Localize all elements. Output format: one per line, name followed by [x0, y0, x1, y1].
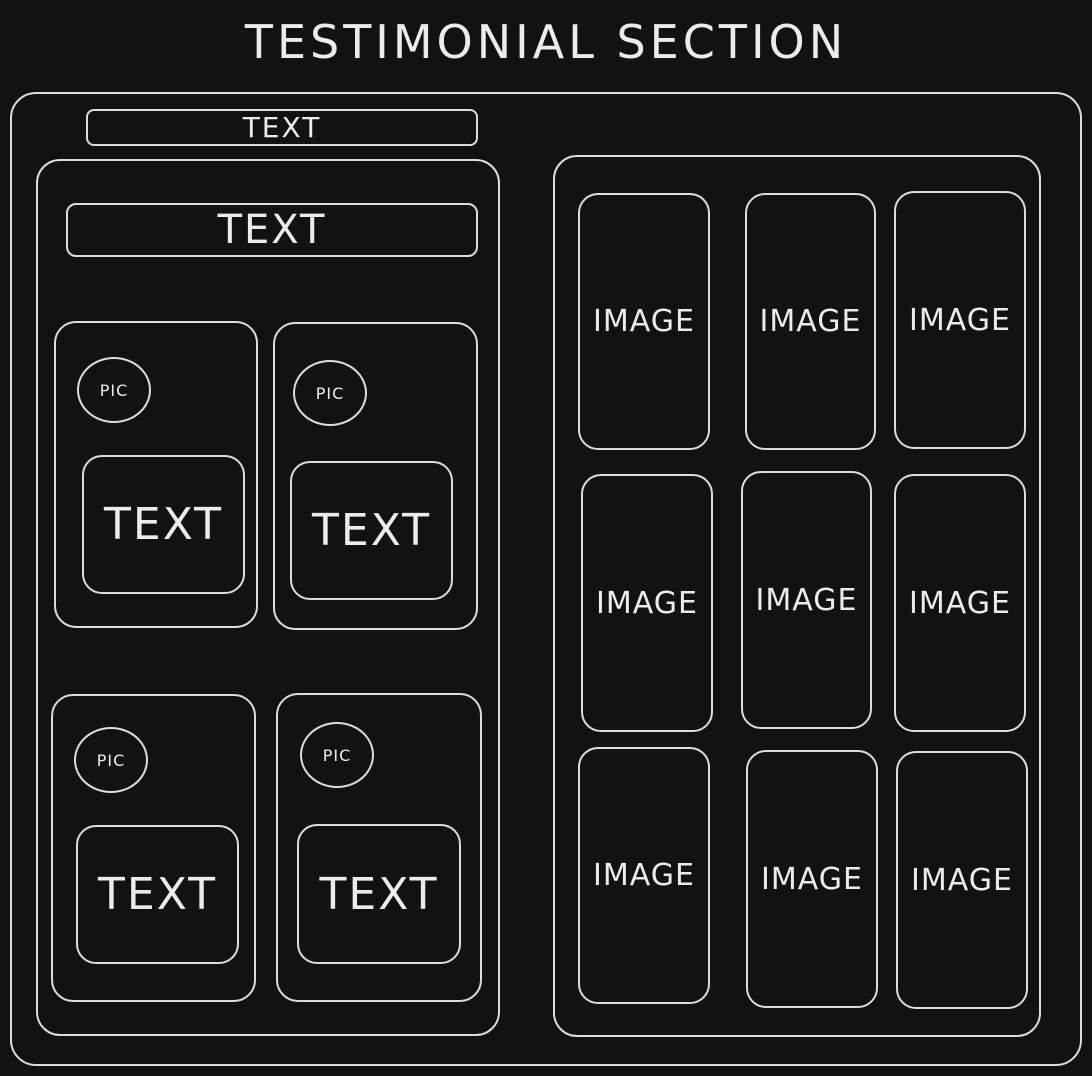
section-label-bar: TEXT [86, 109, 478, 146]
image-placeholder: IMAGE [745, 193, 876, 450]
image-placeholder: IMAGE [581, 474, 713, 732]
testimonial-text-placeholder: TEXT [290, 461, 453, 600]
image-placeholder: IMAGE [894, 191, 1026, 449]
image-placeholder: IMAGE [746, 750, 878, 1008]
avatar-placeholder: PIC [74, 727, 148, 793]
avatar-placeholder: PIC [300, 722, 374, 788]
image-placeholder: IMAGE [896, 751, 1028, 1009]
testimonial-text-placeholder: TEXT [76, 825, 239, 964]
diagram-title: TESTIMONIAL SECTION [244, 15, 848, 69]
image-placeholder: IMAGE [741, 471, 872, 729]
image-placeholder: IMAGE [578, 193, 710, 450]
testimonial-text-placeholder: TEXT [82, 455, 245, 594]
image-placeholder: IMAGE [578, 747, 710, 1004]
avatar-placeholder: PIC [77, 357, 151, 423]
image-placeholder: IMAGE [894, 474, 1026, 732]
testimonials-heading-bar: TEXT [66, 203, 478, 257]
testimonial-text-placeholder: TEXT [297, 824, 461, 964]
avatar-placeholder: PIC [293, 360, 367, 426]
